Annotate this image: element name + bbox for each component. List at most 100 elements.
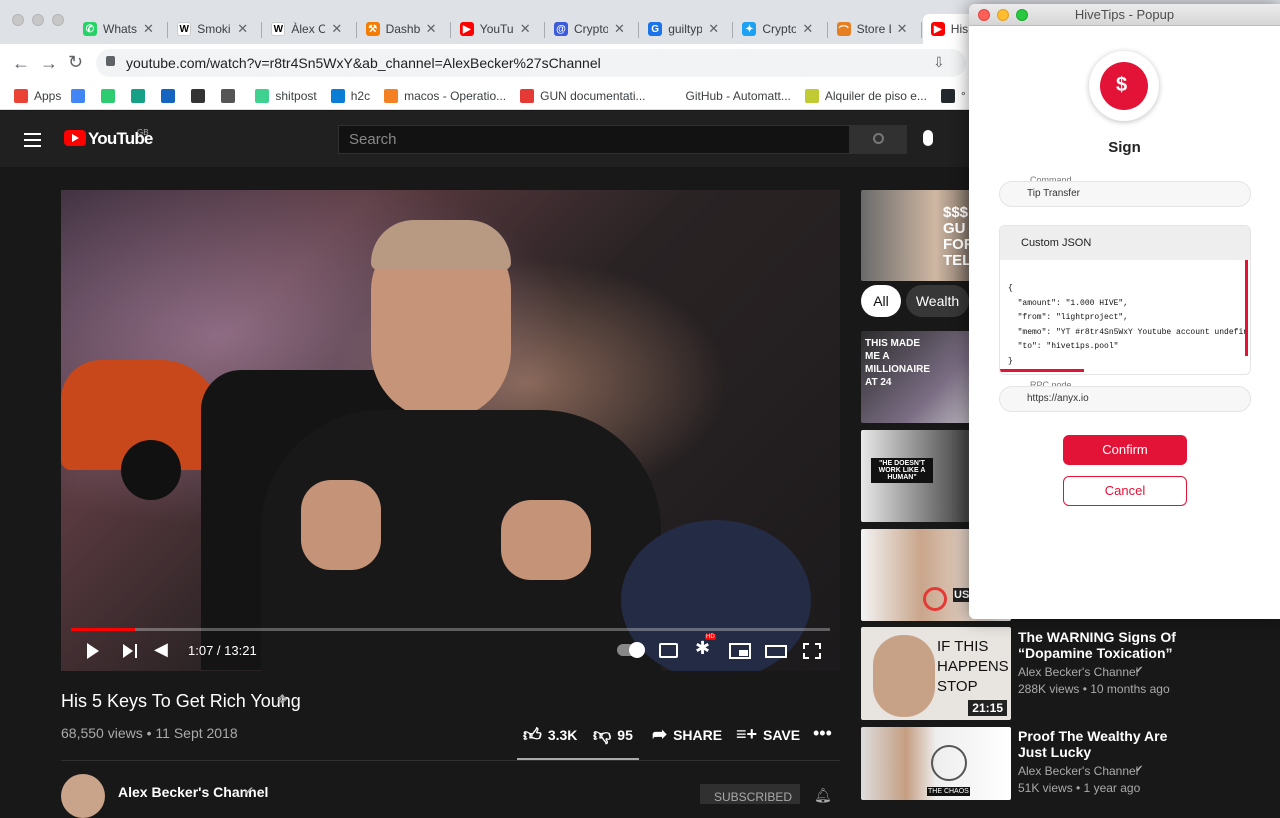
- browser-tab-title: Store L: [856, 22, 891, 36]
- browser-tab[interactable]: Gguiltypa ✕: [640, 14, 732, 44]
- share-button[interactable]: ➦ SHARE: [652, 724, 722, 745]
- bell-icon[interactable]: 🔔︎: [814, 787, 832, 804]
- tab-separator: [920, 22, 922, 38]
- cancel-button[interactable]: Cancel: [1063, 476, 1187, 506]
- bookmark-item[interactable]: [161, 88, 181, 103]
- browser-tab[interactable]: ⌒ Store L ✕: [829, 14, 921, 44]
- close-tab-icon[interactable]: ✕: [708, 21, 719, 37]
- window-close-button[interactable]: [12, 14, 24, 26]
- confirm-button[interactable]: Confirm: [1063, 435, 1187, 465]
- forward-icon[interactable]: →: [40, 53, 58, 74]
- browser-tab[interactable]: W Smokin ✕: [169, 14, 261, 44]
- hd-badge: HD: [705, 634, 716, 640]
- youtube-icon: ▶: [930, 22, 945, 36]
- address-bar[interactable]: youtube.com/watch?v=r8tr4Sn5WxY&ab_chann…: [96, 49, 966, 77]
- browser-tab[interactable]: ▶ YouTub ✕: [452, 14, 544, 44]
- play-icon[interactable]: [87, 643, 99, 659]
- popup-close-button[interactable]: [978, 9, 990, 21]
- close-tab-icon[interactable]: ✕: [802, 21, 813, 37]
- bookmark-favicon-icon: [384, 88, 399, 103]
- video-stats: 68,550 views • 11 Sept 2018: [61, 725, 238, 741]
- settings-gear-icon[interactable]: ✱: [695, 638, 710, 659]
- dislike-count: 95: [617, 727, 633, 743]
- bookmark-favicon-icon: [804, 88, 819, 103]
- bookmark-item[interactable]: [221, 88, 241, 103]
- recommendation-channel[interactable]: Alex Becker's Channel: [1018, 665, 1138, 679]
- json-vertical-scrollbar[interactable]: [1245, 260, 1248, 356]
- custom-json-textarea[interactable]: { "amount": "1.000 HIVE", "from": "light…: [1000, 260, 1250, 374]
- bookmark-item[interactable]: [131, 88, 151, 103]
- captions-icon[interactable]: [659, 643, 678, 658]
- browser-tab-title: Dashbo: [385, 22, 420, 36]
- save-button[interactable]: ≡+ SAVE: [736, 724, 800, 745]
- browser-tab[interactable]: @ Crypto ✕: [546, 14, 638, 44]
- window-minimize-button[interactable]: [32, 14, 44, 26]
- json-horizontal-scrollbar[interactable]: [1000, 369, 1084, 372]
- miniplayer-icon[interactable]: [729, 643, 751, 659]
- popup-zoom-button[interactable]: [1016, 9, 1028, 21]
- bookmark-item[interactable]: shitpost: [255, 88, 317, 103]
- subscribe-button[interactable]: SUBSCRIBED: [700, 784, 800, 804]
- search-button[interactable]: [850, 125, 907, 154]
- close-tab-icon[interactable]: ✕: [426, 21, 437, 37]
- bookmark-favicon-icon: [191, 88, 206, 103]
- bookmark-item[interactable]: h2c: [330, 88, 370, 103]
- back-icon[interactable]: ←: [12, 53, 30, 74]
- recommendation-title[interactable]: Proof The Wealthy Are Just Lucky: [1018, 728, 1188, 760]
- menu-icon[interactable]: [24, 133, 41, 147]
- video-progress-fill: [71, 628, 135, 631]
- lock-icon: [106, 56, 115, 66]
- bookmark-item[interactable]: Alquiler de piso e...: [804, 88, 927, 103]
- reload-icon[interactable]: ↻: [68, 52, 83, 73]
- volume-icon[interactable]: ◀: [154, 639, 168, 660]
- bookmark-item[interactable]: [101, 88, 121, 103]
- next-icon[interactable]: [123, 644, 133, 658]
- browser-tab[interactable]: ✦ Crypto ✕: [734, 14, 826, 44]
- bookmark-item[interactable]: macos - Operatio...: [384, 88, 506, 103]
- window-zoom-button[interactable]: [52, 14, 64, 26]
- chip-wealth[interactable]: Wealth: [906, 285, 969, 317]
- close-tab-icon[interactable]: ✕: [614, 21, 625, 37]
- bookmark-item[interactable]: °: [940, 88, 966, 103]
- close-tab-icon[interactable]: ✕: [520, 21, 531, 37]
- browser-tab[interactable]: ⚒ Dashbo ✕: [358, 14, 450, 44]
- autoplay-toggle[interactable]: [617, 642, 645, 658]
- like-button[interactable]: 👍︎ 3.3K: [523, 724, 577, 746]
- youtube-logo-icon[interactable]: [64, 130, 86, 146]
- command-field[interactable]: Tip Transfer: [999, 181, 1251, 207]
- bookmark-item[interactable]: GitHub - Automatt...: [686, 89, 791, 103]
- search-icon: [873, 133, 884, 144]
- close-tab-icon[interactable]: ✕: [331, 21, 342, 37]
- more-actions-icon[interactable]: •••: [813, 723, 832, 744]
- apps-grid-icon: [14, 88, 28, 103]
- recommendation-thumbnail[interactable]: THE CHAOS: [861, 727, 1011, 800]
- recommendation-thumbnail[interactable]: IF THIS HAPPENS STOP 21:15: [861, 627, 1011, 720]
- bookmark-item[interactable]: Apps: [14, 88, 61, 103]
- browser-tab[interactable]: ✆ WhatsA ✕: [75, 14, 167, 44]
- recommendation-channel[interactable]: Alex Becker's Channel: [1018, 764, 1138, 778]
- theater-mode-icon[interactable]: [765, 645, 787, 658]
- bookmark-item[interactable]: GUN documentati...: [520, 88, 646, 103]
- rpc-node-field[interactable]: https://anyx.io: [999, 386, 1251, 412]
- tab-separator: [544, 22, 545, 38]
- chip-all[interactable]: All: [861, 285, 901, 317]
- dislike-button[interactable]: 👎︎ 95: [593, 724, 633, 746]
- channel-avatar[interactable]: [61, 774, 105, 818]
- close-tab-icon[interactable]: ✕: [237, 21, 248, 37]
- wikipedia-icon: W: [177, 22, 192, 36]
- recommendation-title[interactable]: The WARNING Signs Of “Dopamine Toxicatio…: [1018, 629, 1188, 661]
- close-tab-icon[interactable]: ✕: [143, 21, 154, 37]
- video-progress-bar[interactable]: [71, 628, 830, 631]
- playlist-add-icon: ≡+: [736, 724, 758, 744]
- video-player[interactable]: ◀ 1:07 / 13:21 ✱ HD: [61, 190, 840, 671]
- install-icon[interactable]: ⇩: [933, 54, 945, 71]
- bookmark-item[interactable]: [191, 88, 211, 103]
- search-input[interactable]: Search: [338, 125, 850, 154]
- bookmark-item[interactable]: [71, 88, 91, 103]
- custom-json-content: { "amount": "1.000 HIVE", "from": "light…: [1008, 284, 1249, 366]
- popup-minimize-button[interactable]: [997, 9, 1009, 21]
- browser-tab[interactable]: W Àlex Ca ✕: [263, 14, 355, 44]
- close-tab-icon[interactable]: ✕: [897, 21, 908, 37]
- fullscreen-icon[interactable]: [803, 643, 821, 659]
- microphone-icon[interactable]: [923, 130, 933, 146]
